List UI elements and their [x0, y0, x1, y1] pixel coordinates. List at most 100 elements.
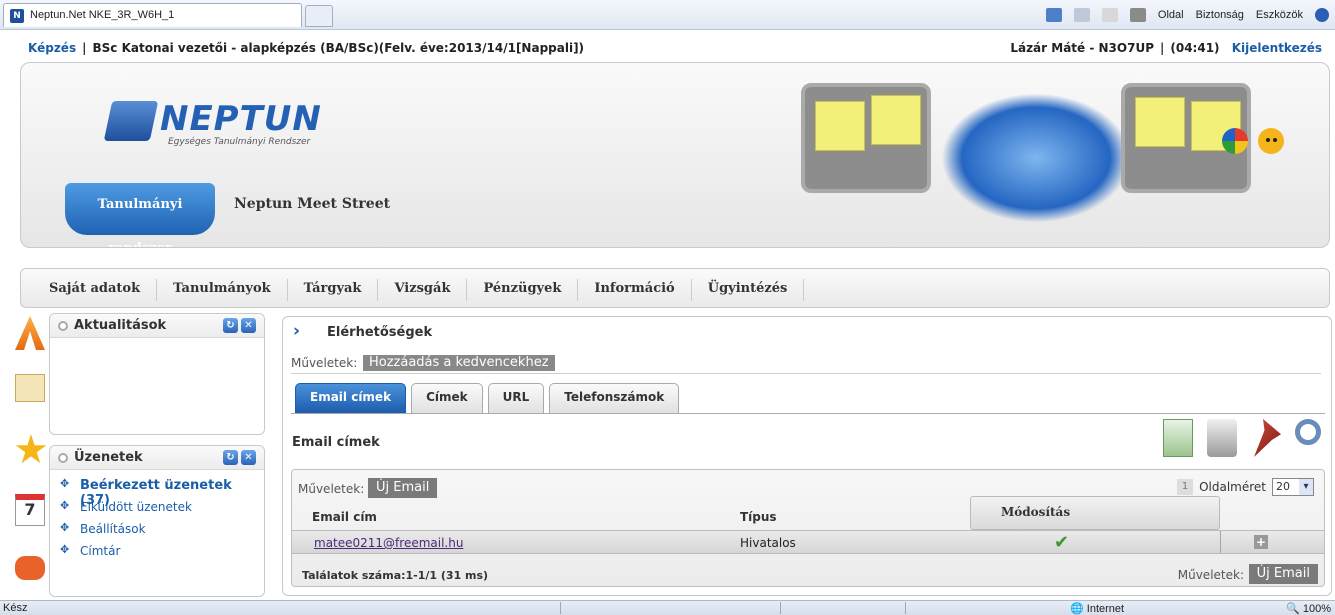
directory-link[interactable]: Címtár: [60, 543, 264, 566]
tab-addresses[interactable]: Címek: [411, 383, 483, 413]
grid-operations-label: Műveletek:: [298, 482, 365, 496]
status-text: Kész: [3, 602, 28, 614]
sticky-note-icon: [871, 95, 921, 145]
page-menu[interactable]: Oldal: [1158, 9, 1184, 21]
feeds-icon[interactable]: [1073, 8, 1090, 22]
tab-phones[interactable]: Telefonszámok: [549, 383, 680, 413]
close-icon[interactable]: ✕: [241, 450, 256, 465]
print-icon[interactable]: [1129, 8, 1146, 22]
help-icon[interactable]: [1315, 8, 1329, 22]
accessibility-icon[interactable]: [1258, 128, 1284, 154]
panel-bullet-icon: [58, 321, 68, 331]
print-icon[interactable]: [1207, 419, 1237, 457]
pager: 1 Oldalméret 20: [1177, 478, 1314, 496]
header-banner: NEPTUN Egységes Tanulmányi Rendszer Tanu…: [20, 62, 1330, 248]
col-email-header[interactable]: Email cím: [312, 510, 377, 524]
page-title: Elérhetőségek: [327, 325, 433, 340]
internet-zone[interactable]: 🌐 Internet: [1070, 602, 1124, 615]
page-size-label: Oldalméret: [1199, 480, 1266, 494]
contacts-panel: › Elérhetőségek Műveletek: Hozzáadás a k…: [282, 316, 1332, 596]
panel-bullet-icon: [58, 453, 68, 463]
font-size-icon[interactable]: [15, 316, 47, 350]
refresh-icon[interactable]: ↻: [223, 450, 238, 465]
tab-meet-street[interactable]: Neptun Meet Street: [234, 196, 390, 212]
browser-tab-bar: N Neptun.Net NKE_3R_W6H_1 Oldal Biztonsá…: [0, 0, 1335, 30]
zoom-level[interactable]: 🔍 100%: [1286, 602, 1331, 615]
menu-sajat-adatok[interactable]: Saját adatok: [33, 279, 158, 301]
program-label: BSc Katonai vezetői - alapképzés (BA/BSc…: [92, 41, 585, 55]
sent-messages-link[interactable]: Elküldött üzenetek: [60, 499, 264, 522]
new-tab-button[interactable]: [305, 5, 333, 27]
favorites-star-icon[interactable]: [15, 434, 47, 466]
menu-informacio[interactable]: Információ: [578, 279, 692, 301]
logo-subtitle: Egységes Tanulmányi Rendszer: [168, 137, 311, 147]
tab-tanulmanyi-rendszer[interactable]: Tanulmányi rendszer: [65, 183, 215, 247]
menu-penzugyek[interactable]: Pénzügyek: [467, 279, 579, 301]
table-row[interactable]: matee0211@freemail.hu Hivatalos ✔ +: [292, 530, 1324, 554]
new-email-button[interactable]: Új Email: [368, 478, 438, 498]
page-operations: Műveletek: Hozzáadás a kedvencekhez: [291, 354, 1321, 374]
menu-targyak[interactable]: Tárgyak: [288, 279, 379, 301]
neptun-favicon-icon: N: [10, 9, 24, 23]
add-favorite-button[interactable]: Hozzáadás a kedvencekhez: [363, 355, 555, 371]
browser-command-bar: Oldal Biztonság Eszközök: [1045, 6, 1329, 24]
status-divider: [780, 602, 781, 614]
browser-status-bar: Kész 🌐 Internet 🔍 100%: [0, 600, 1335, 615]
contacts-panel-header: › Elérhetőségek: [283, 317, 1331, 347]
col-modify-header[interactable]: Módosítás: [970, 496, 1220, 530]
mail-icon[interactable]: [1101, 8, 1118, 22]
status-divider: [560, 602, 561, 614]
logo-name: NEPTUN: [160, 99, 322, 139]
page-size-select[interactable]: 20: [1272, 478, 1314, 496]
sticky-note-icon: [815, 101, 865, 151]
messages-panel-header: Üzenetek ↻ ✕: [50, 446, 264, 470]
splash-art-icon: [941, 93, 1131, 223]
search-icon[interactable]: [1295, 419, 1321, 445]
pin-icon[interactable]: [1254, 419, 1281, 457]
menu-tanulmanyok[interactable]: Tanulmányok: [157, 279, 288, 301]
user-label: Lázár Máté - N3O7UP: [1010, 41, 1154, 55]
messages-panel: Üzenetek ↻ ✕ Beérkezett üzenetek (37) El…: [49, 445, 265, 597]
inbox-link[interactable]: Beérkezett üzenetek (37): [60, 477, 264, 508]
operations-label: Műveletek:: [291, 356, 358, 370]
tab-divider: [291, 413, 1325, 414]
excel-export-icon[interactable]: [1163, 419, 1193, 457]
news-panel: Aktualitások ↻ ✕: [49, 313, 265, 435]
sticky-note-icon: [1135, 97, 1185, 147]
chat-bubbles-icon[interactable]: [15, 556, 47, 588]
messages-panel-title: Üzenetek: [74, 450, 143, 465]
home-icon[interactable]: [1045, 8, 1062, 22]
status-divider: [905, 602, 906, 614]
neptun-logo-icon: [103, 101, 159, 141]
col-type-header[interactable]: Típus: [740, 510, 777, 524]
session-info-bar: Képzés | BSc Katonai vezetői - alapképzés …: [28, 41, 1322, 55]
tab-email[interactable]: Email címek: [295, 383, 407, 413]
plus-icon[interactable]: +: [1254, 535, 1268, 549]
new-email-button-bottom[interactable]: Új Email: [1248, 564, 1318, 584]
page-number[interactable]: 1: [1177, 479, 1194, 495]
contact-tabs: Email címek Címek URL Telefonszámok: [295, 383, 680, 413]
color-theme-icon[interactable]: [1222, 128, 1248, 154]
email-value-link[interactable]: matee0211@freemail.hu: [314, 536, 463, 550]
tools-menu[interactable]: Eszközök: [1256, 9, 1303, 21]
refresh-icon[interactable]: ↻: [223, 318, 238, 333]
close-icon[interactable]: ✕: [241, 318, 256, 333]
chevron-right-icon[interactable]: ›: [293, 321, 300, 341]
logout-link[interactable]: Kijelentkezés: [1232, 41, 1322, 55]
result-count: Találatok száma:1-1/1 (31 ms): [302, 569, 489, 582]
row-action-cell: +: [1220, 531, 1324, 553]
menu-vizsgak[interactable]: Vizsgák: [378, 279, 468, 301]
calendar-icon[interactable]: 7: [15, 494, 47, 526]
kepzes-link[interactable]: Képzés: [28, 41, 76, 55]
zone-label: Internet: [1086, 603, 1125, 615]
settings-link[interactable]: Beállítások: [60, 521, 264, 544]
browser-tab[interactable]: N Neptun.Net NKE_3R_W6H_1: [3, 3, 302, 27]
neptun-logo[interactable]: NEPTUN Egységes Tanulmányi Rendszer: [103, 99, 321, 149]
security-menu[interactable]: Biztonság: [1196, 9, 1244, 21]
tab-url[interactable]: URL: [487, 383, 545, 413]
session-timer: (04:41): [1170, 41, 1220, 55]
type-value: Hivatalos: [740, 536, 796, 550]
menu-ugyintezes[interactable]: Ügyintézés: [692, 279, 805, 301]
export-tools: [1163, 419, 1321, 457]
envelope-icon[interactable]: [15, 374, 47, 406]
